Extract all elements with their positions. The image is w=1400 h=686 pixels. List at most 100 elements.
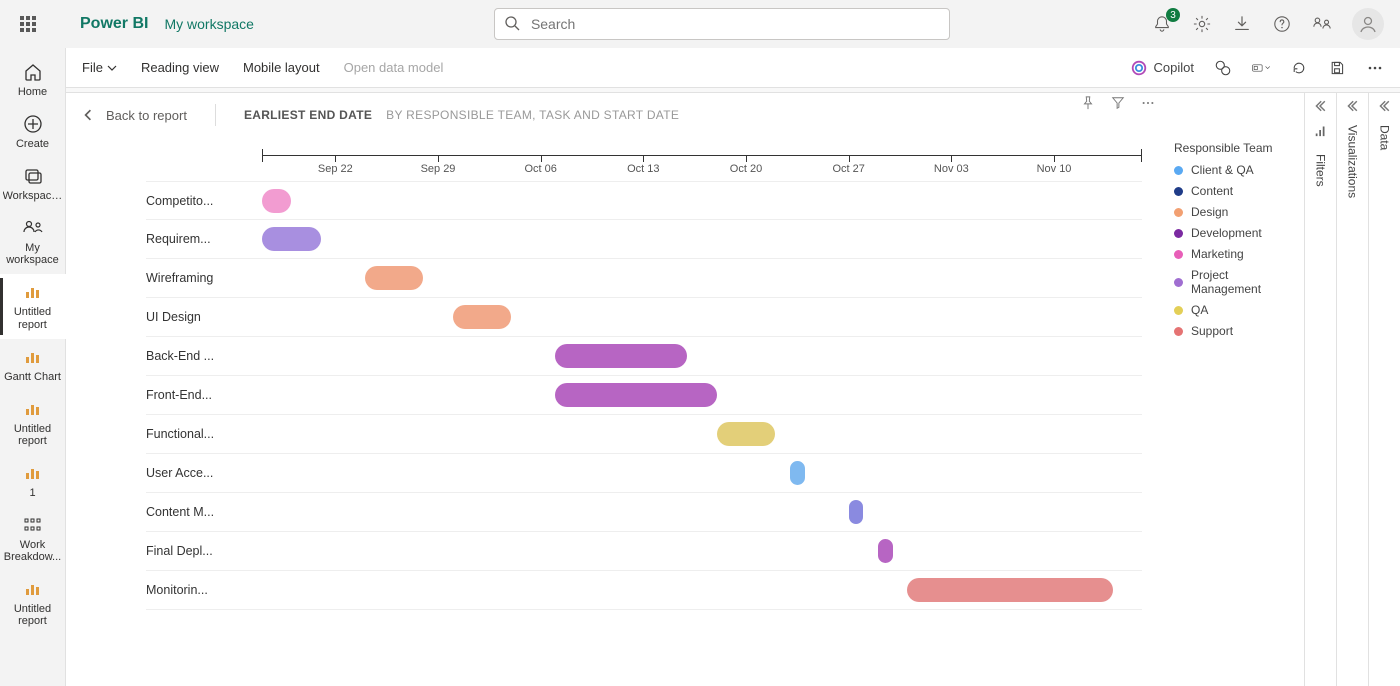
legend-dot xyxy=(1174,187,1183,196)
help-icon[interactable] xyxy=(1272,14,1292,34)
legend-label: Support xyxy=(1191,324,1233,338)
legend-item[interactable]: Marketing xyxy=(1174,247,1298,261)
axis-tick-label: Sep 29 xyxy=(421,163,456,175)
gantt-bar[interactable] xyxy=(878,539,893,563)
legend-dot xyxy=(1174,278,1183,287)
reading-view-button[interactable]: Reading view xyxy=(141,60,219,75)
notifications-badge: 3 xyxy=(1166,8,1180,22)
nav-home[interactable]: Home xyxy=(0,54,66,106)
copilot-icon xyxy=(1130,59,1148,77)
expand-left-icon[interactable] xyxy=(1378,99,1392,113)
legend-label: QA xyxy=(1191,303,1208,317)
legend: Responsible Team Client & QAContentDesig… xyxy=(1164,93,1304,686)
legend-item[interactable]: QA xyxy=(1174,303,1298,317)
legend-item[interactable]: Client & QA xyxy=(1174,163,1298,177)
report-icon xyxy=(21,513,45,537)
people-icon xyxy=(21,216,45,240)
gantt-bar[interactable] xyxy=(555,383,716,407)
nav-report-item[interactable]: Untitled report xyxy=(0,571,66,635)
axis-tick-label: Oct 13 xyxy=(627,163,659,175)
notifications-icon[interactable]: 3 xyxy=(1152,14,1172,34)
gantt-bar[interactable] xyxy=(365,266,424,290)
gantt-bar[interactable] xyxy=(717,422,776,446)
report-icon xyxy=(21,345,45,369)
nav-my-workspace[interactable]: My workspace xyxy=(0,210,66,274)
nav-report-item[interactable]: 1 xyxy=(0,455,66,507)
legend-item[interactable]: Content xyxy=(1174,184,1298,198)
chevron-down-icon xyxy=(107,63,117,73)
nav-workspaces[interactable]: Workspaces xyxy=(0,158,66,210)
home-icon xyxy=(21,60,45,84)
nav-create[interactable]: Create xyxy=(0,106,66,158)
visual-more-icon[interactable] xyxy=(1140,95,1156,111)
filters-pane[interactable]: Filters xyxy=(1304,93,1336,686)
back-to-report-link[interactable]: Back to report xyxy=(106,108,187,123)
expand-left-icon[interactable] xyxy=(1314,99,1328,113)
legend-label: Content xyxy=(1191,184,1233,198)
report-icon xyxy=(21,397,45,421)
gantt-bar[interactable] xyxy=(849,500,864,524)
task-label: UI Design xyxy=(146,298,246,336)
mobile-layout-button[interactable]: Mobile layout xyxy=(243,60,320,75)
gantt-bar[interactable] xyxy=(790,461,805,485)
nav-report-item[interactable]: Work Breakdow... xyxy=(0,507,66,571)
avatar[interactable] xyxy=(1352,8,1384,40)
pin-icon[interactable] xyxy=(1080,95,1096,111)
plus-circle-icon xyxy=(21,112,45,136)
report-icon xyxy=(21,461,45,485)
task-label: Back-End ... xyxy=(146,337,246,375)
copilot-button[interactable]: Copilot xyxy=(1130,59,1194,77)
search-input[interactable] xyxy=(494,8,950,40)
gantt-bar[interactable] xyxy=(262,227,321,251)
gantt-bar[interactable] xyxy=(453,305,512,329)
brand-title[interactable]: Power BI xyxy=(80,15,148,33)
expand-left-icon[interactable] xyxy=(1346,99,1360,113)
workspace-crumb[interactable]: My workspace xyxy=(164,16,253,32)
feedback-icon[interactable] xyxy=(1312,14,1332,34)
nav-report-label: Untitled report xyxy=(3,423,63,447)
report-icon xyxy=(21,280,45,304)
nav-report-item[interactable]: Gantt Chart xyxy=(0,339,66,391)
gantt-track xyxy=(262,532,1142,570)
data-pane[interactable]: Data xyxy=(1368,93,1400,686)
save-icon[interactable] xyxy=(1328,59,1346,77)
filter-icon[interactable] xyxy=(1110,95,1126,111)
explore-icon[interactable] xyxy=(1214,59,1232,77)
back-chevron-icon[interactable] xyxy=(82,108,96,122)
gantt-bar[interactable] xyxy=(907,578,1112,602)
legend-dot xyxy=(1174,229,1183,238)
open-data-model-button: Open data model xyxy=(344,60,444,75)
nav-report-label: Untitled report xyxy=(3,306,63,330)
legend-dot xyxy=(1174,250,1183,259)
legend-item[interactable]: Project Management xyxy=(1174,268,1298,296)
download-icon[interactable] xyxy=(1232,14,1252,34)
more-icon[interactable] xyxy=(1366,59,1384,77)
task-label: User Acce... xyxy=(146,454,246,492)
gantt-bar[interactable] xyxy=(262,189,291,213)
nav-report-label: Work Breakdow... xyxy=(3,539,63,563)
view-dropdown[interactable] xyxy=(1252,59,1270,77)
legend-label: Development xyxy=(1191,226,1262,240)
task-label: Competito... xyxy=(146,182,246,219)
file-menu[interactable]: File xyxy=(82,60,117,75)
gantt-bar[interactable] xyxy=(555,344,687,368)
gantt-track xyxy=(262,376,1142,414)
gantt-track xyxy=(262,298,1142,336)
report-toolbar: File Reading view Mobile layout Open dat… xyxy=(66,48,1400,88)
gantt-track xyxy=(262,220,1142,258)
legend-item[interactable]: Design xyxy=(1174,205,1298,219)
gantt-row: Final Depl... xyxy=(146,532,1142,571)
nav-report-item[interactable]: Untitled report xyxy=(0,391,66,455)
visualizations-pane[interactable]: Visualizations xyxy=(1336,93,1368,686)
legend-dot xyxy=(1174,306,1183,315)
legend-dot xyxy=(1174,208,1183,217)
task-label: Functional... xyxy=(146,415,246,453)
refresh-icon[interactable] xyxy=(1290,59,1308,77)
chevron-down-icon xyxy=(1265,63,1270,72)
legend-item[interactable]: Support xyxy=(1174,324,1298,338)
nav-report-item[interactable]: Untitled report xyxy=(0,274,66,338)
settings-icon[interactable] xyxy=(1192,14,1212,34)
legend-item[interactable]: Development xyxy=(1174,226,1298,240)
app-launcher-icon[interactable] xyxy=(8,4,48,44)
task-label: Content M... xyxy=(146,493,246,531)
